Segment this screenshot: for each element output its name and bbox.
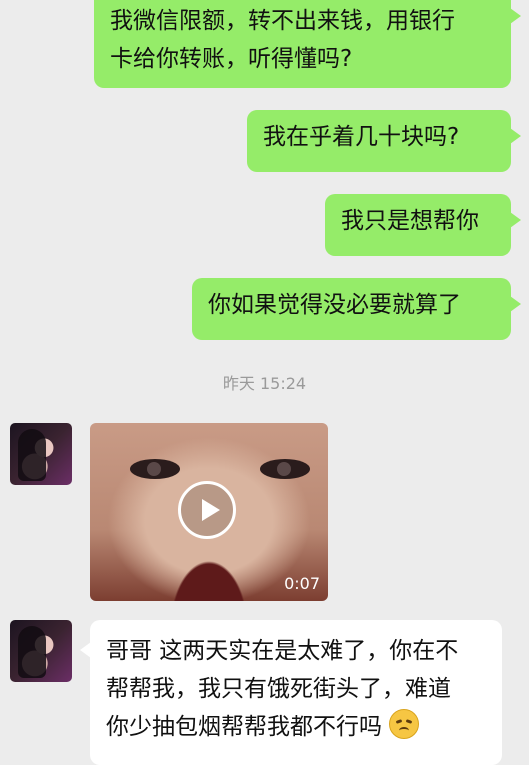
- message-timestamp: 昨天 15:24: [222, 374, 307, 393]
- message-text-line: 帮帮我，我只有饿死街头了，难道: [106, 676, 451, 702]
- video-thumbnail: [260, 459, 310, 479]
- outgoing-message[interactable]: 我在乎着几十块吗?: [247, 110, 521, 172]
- outgoing-message[interactable]: 你如果觉得没必要就算了: [192, 278, 521, 340]
- video-thumbnail: [130, 459, 180, 479]
- outgoing-message[interactable]: 我微信限额，转不出来钱，用银行 卡给你转账，听得懂吗?: [94, 0, 521, 88]
- message-text-line: 卡给你转账，听得懂吗?: [110, 46, 353, 72]
- avatar-image: [18, 429, 46, 481]
- message-text: 你少抽包烟帮帮我都不行吗: [106, 714, 382, 740]
- avatar-image: [18, 626, 46, 678]
- video-duration: 0:07: [284, 574, 320, 593]
- play-icon[interactable]: [178, 481, 236, 539]
- message-text: 你如果觉得没必要就算了: [208, 292, 461, 318]
- message-text-line: 你少抽包烟帮帮我都不行吗: [106, 708, 486, 746]
- message-text-line: 我微信限额，转不出来钱，用银行: [110, 8, 455, 34]
- contact-avatar[interactable]: [10, 423, 72, 485]
- message-text: 我只是想帮你: [341, 208, 479, 234]
- outgoing-message[interactable]: 我只是想帮你: [325, 194, 521, 256]
- video-message[interactable]: 0:07: [90, 423, 328, 601]
- message-text-line: 哥哥 这两天实在是太难了，你在不: [106, 638, 459, 664]
- contact-avatar[interactable]: [10, 620, 72, 682]
- message-text: 我在乎着几十块吗?: [263, 124, 460, 150]
- sad-face-emoji-icon: [389, 709, 420, 739]
- incoming-message[interactable]: 哥哥 这两天实在是太难了，你在不 帮帮我，我只有饿死街头了，难道 你少抽包烟帮帮…: [80, 620, 502, 765]
